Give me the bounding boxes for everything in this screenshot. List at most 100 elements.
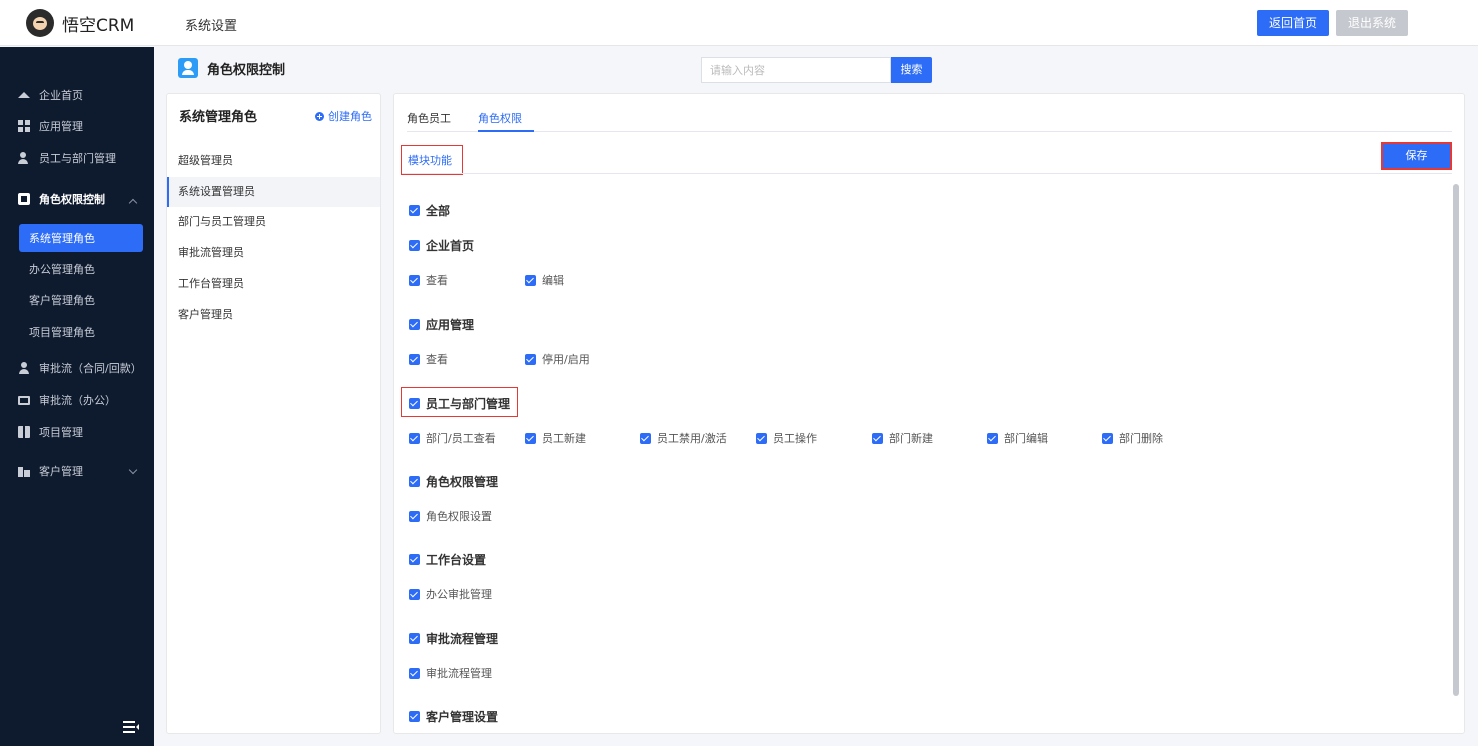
role-item[interactable]: 超级管理员 (167, 146, 380, 176)
chevron-up-icon[interactable] (128, 198, 138, 208)
sidebar-item-home[interactable]: 企业首页 (18, 85, 83, 105)
sidebar-item-apps[interactable]: 应用管理 (18, 116, 83, 136)
tab-bar: 角色员工 角色权限 (407, 94, 1452, 132)
checkbox-option[interactable]: 员工禁用/激活 (640, 430, 727, 446)
checkbox-checked-icon (409, 710, 420, 722)
sidebar-item-roles[interactable]: 角色权限控制 (18, 189, 105, 209)
logo-text: 悟空CRM (62, 15, 135, 36)
checkbox-checked-icon (525, 274, 536, 286)
sidebar: 企业首页 应用管理 员工与部门管理 角色权限控制 系统管理角色 办公管理角色 客… (0, 47, 154, 746)
collapse-menu-icon[interactable] (123, 721, 139, 733)
permission-panel: 角色员工 角色权限 模块功能 保存 全部 企业首页 查看 编辑 应用管理 查看 … (393, 93, 1465, 734)
role-item[interactable]: 部门与员工管理员 (167, 207, 380, 237)
tab-role-permission[interactable]: 角色权限 (478, 110, 522, 126)
checkbox-option[interactable]: 部门删除 (1102, 430, 1163, 446)
page-title: 角色权限控制 (207, 62, 286, 78)
home-icon (18, 92, 30, 98)
back-home-button[interactable]: 返回首页 (1257, 10, 1329, 36)
checkbox-option[interactable]: 员工操作 (756, 430, 817, 446)
role-item-active[interactable]: 系统设置管理员 (167, 177, 380, 207)
sidebar-item-label: 企业首页 (39, 89, 83, 102)
checkbox-checked-icon (525, 353, 536, 365)
page-title-bar: 角色权限控制 (166, 53, 380, 83)
checkbox-option[interactable]: 停用/启用 (525, 351, 590, 367)
exit-system-button[interactable]: 退出系统 (1336, 10, 1408, 36)
checkbox-checked-icon (409, 588, 420, 600)
plus-circle-icon (315, 111, 324, 121)
checkbox-group-role-perm[interactable]: 角色权限管理 (409, 473, 498, 489)
sidebar-subitem-system-role[interactable]: 系统管理角色 (29, 228, 95, 248)
checkbox-group-approval[interactable]: 审批流程管理 (409, 630, 498, 646)
role-item[interactable]: 客户管理员 (167, 300, 380, 330)
checkbox-option[interactable]: 角色权限设置 (409, 508, 492, 524)
top-header: 悟空CRM 系统设置 返回首页 退出系统 (0, 0, 1478, 46)
sidebar-item-label: 应用管理 (39, 120, 83, 133)
checkbox-option[interactable]: 部门编辑 (987, 430, 1048, 446)
checkbox-option[interactable]: 审批流程管理 (409, 665, 492, 681)
person-icon (18, 362, 30, 374)
checkbox-option[interactable]: 部门新建 (872, 430, 933, 446)
sidebar-item-label: 审批流（合同/回款） (39, 362, 142, 375)
sidebar-item-label: 审批流（办公） (39, 394, 116, 407)
checkbox-checked-icon (409, 397, 420, 409)
checkbox-option[interactable]: 部门/员工查看 (409, 430, 496, 446)
sidebar-subitem-customer-role[interactable]: 客户管理角色 (29, 290, 95, 310)
sidebar-item-label: 项目管理 (39, 426, 83, 439)
checkbox-option[interactable]: 办公审批管理 (409, 586, 492, 602)
checkbox-checked-icon (872, 432, 883, 444)
checkbox-checked-icon (987, 432, 998, 444)
sidebar-subitem-project-role[interactable]: 项目管理角色 (29, 322, 95, 342)
checkbox-group-workbench[interactable]: 工作台设置 (409, 551, 486, 567)
role-icon (18, 193, 30, 205)
checkbox-option[interactable]: 查看 (409, 351, 448, 367)
grid-icon (18, 120, 30, 132)
module-function-label: 模块功能 (408, 154, 452, 167)
chevron-down-icon[interactable] (128, 465, 138, 475)
search-input[interactable] (701, 57, 891, 83)
logo[interactable]: 悟空CRM (26, 9, 134, 37)
sidebar-item-label: 员工与部门管理 (39, 152, 116, 165)
module-function-tab[interactable]: 模块功能 (401, 145, 463, 175)
sidebar-item-customers[interactable]: 客户管理 (18, 461, 83, 481)
checkbox-checked-icon (409, 632, 420, 644)
users-icon (18, 152, 30, 164)
monkey-logo-icon (26, 9, 54, 37)
create-role-button[interactable]: 创建角色 (315, 108, 372, 124)
sidebar-item-staff[interactable]: 员工与部门管理 (18, 148, 116, 168)
board-icon (18, 426, 30, 438)
sidebar-item-approval-office[interactable]: 审批流（办公） (18, 390, 116, 410)
sidebar-subitem-office-role[interactable]: 办公管理角色 (29, 259, 95, 279)
checkbox-checked-icon (409, 432, 420, 444)
checkbox-option[interactable]: 编辑 (525, 272, 564, 288)
scrollbar[interactable] (1453, 184, 1459, 696)
checkbox-checked-icon (409, 667, 420, 679)
checkbox-checked-icon (409, 239, 420, 251)
create-role-label: 创建角色 (328, 110, 372, 123)
sidebar-item-label: 客户管理 (39, 465, 83, 478)
checkbox-group-home[interactable]: 企业首页 (409, 237, 474, 253)
tab-role-staff[interactable]: 角色员工 (407, 110, 451, 126)
checkbox-all[interactable]: 全部 (409, 202, 450, 218)
checkbox-group-apps[interactable]: 应用管理 (409, 316, 474, 332)
header-title: 系统设置 (185, 19, 238, 34)
checkbox-checked-icon (1102, 432, 1113, 444)
sidebar-item-approval-contract[interactable]: 审批流（合同/回款） (18, 358, 142, 378)
checkbox-checked-icon (756, 432, 767, 444)
checkbox-checked-icon (409, 553, 420, 565)
save-button[interactable]: 保存 (1381, 142, 1452, 170)
checkbox-checked-icon (640, 432, 651, 444)
checkbox-group-staff[interactable]: 员工与部门管理 (409, 395, 510, 411)
checkbox-checked-icon (525, 432, 536, 444)
role-item[interactable]: 工作台管理员 (167, 269, 380, 299)
search-button[interactable]: 搜索 (891, 57, 932, 83)
checkbox-option[interactable]: 员工新建 (525, 430, 586, 446)
checkbox-group-customer[interactable]: 客户管理设置 (409, 708, 498, 724)
checkbox-checked-icon (409, 475, 420, 487)
sidebar-item-projects[interactable]: 项目管理 (18, 422, 83, 442)
sidebar-item-label: 角色权限控制 (39, 193, 105, 206)
monitor-icon (18, 395, 30, 405)
checkbox-checked-icon (409, 510, 420, 522)
roles-panel: 系统管理角色 创建角色 超级管理员 系统设置管理员 部门与员工管理员 审批流管理… (166, 93, 381, 734)
checkbox-option[interactable]: 查看 (409, 272, 448, 288)
role-item[interactable]: 审批流管理员 (167, 238, 380, 268)
